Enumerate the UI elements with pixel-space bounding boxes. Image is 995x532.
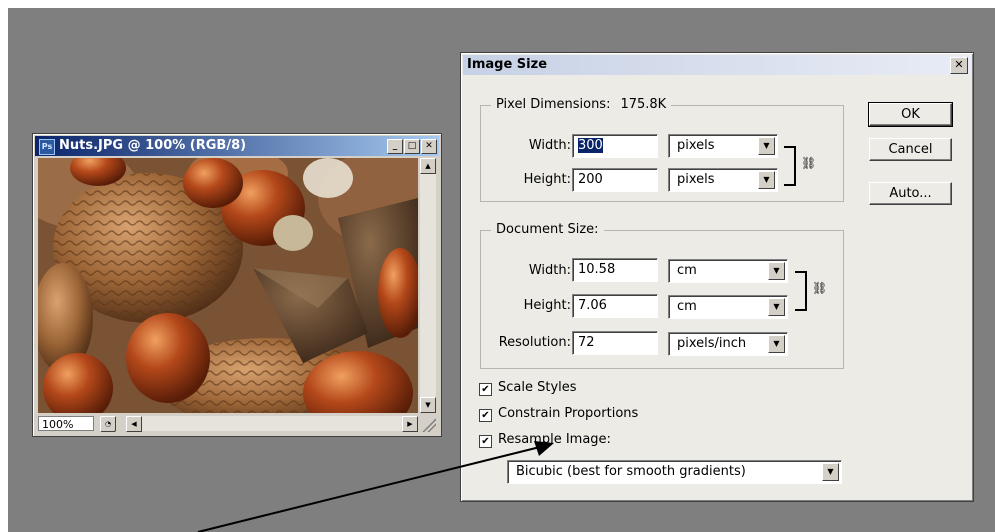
- document-window[interactable]: Ps Nuts.JPG @ 100% (RGB/8) _ □ ✕ ▲ ▼ 100…: [32, 133, 442, 437]
- checkmark-icon[interactable]: ✔: [479, 409, 492, 422]
- document-size-legend: Document Size:: [491, 222, 604, 238]
- resize-grip-icon[interactable]: [422, 418, 436, 432]
- document-size-group: Document Size: Width: 10.58 cm ▼ Height:…: [480, 222, 844, 369]
- document-width-label: Width:: [528, 263, 571, 278]
- screenshot-canvas: Ps Nuts.JPG @ 100% (RGB/8) _ □ ✕ ▲ ▼ 100…: [0, 0, 995, 532]
- resolution-input[interactable]: 72: [572, 331, 658, 355]
- pixel-dimensions-size: 175.8K: [620, 97, 667, 112]
- checkmark-icon[interactable]: ✔: [479, 383, 492, 396]
- scroll-left-icon[interactable]: ◀: [126, 416, 142, 432]
- document-height-unit-select[interactable]: cm ▼: [668, 295, 788, 319]
- scroll-up-icon[interactable]: ▲: [420, 158, 436, 174]
- dialog-close-icon[interactable]: ✕: [950, 57, 968, 74]
- dialog-titlebar[interactable]: Image Size ✕: [463, 55, 971, 75]
- constrain-proportions-checkbox[interactable]: ✔ Constrain Proportions: [479, 406, 638, 422]
- document-width-input[interactable]: 10.58: [572, 258, 658, 282]
- minimize-icon[interactable]: _: [387, 139, 403, 154]
- vertical-scrollbar[interactable]: ▲ ▼: [420, 158, 436, 413]
- link-chain-icon: ⛓: [801, 156, 817, 170]
- resample-method-select[interactable]: Bicubic (best for smooth gradients) ▼: [507, 460, 842, 484]
- pixel-width-label: Width:: [528, 138, 571, 153]
- zoom-options-icon[interactable]: ◔: [100, 416, 116, 432]
- auto-button[interactable]: Auto...: [869, 182, 952, 205]
- close-icon[interactable]: ✕: [421, 139, 437, 154]
- zoom-level-field[interactable]: 100%: [38, 416, 94, 431]
- image-size-dialog: Image Size ✕ Pixel Dimensions: 175.8K Wid…: [460, 52, 974, 502]
- dialog-title: Image Size: [467, 57, 548, 72]
- chevron-down-icon[interactable]: ▼: [768, 335, 785, 353]
- pixel-link-bracket: [784, 146, 796, 186]
- document-title: Nuts.JPG @ 100% (RGB/8): [59, 138, 247, 153]
- resample-image-checkbox[interactable]: ✔ Resample Image:: [479, 432, 611, 448]
- link-chain-icon: ⛓: [812, 281, 828, 295]
- document-link-bracket: [795, 271, 807, 311]
- checkmark-icon[interactable]: ✔: [479, 435, 492, 448]
- chevron-down-icon[interactable]: ▼: [768, 262, 785, 280]
- pixel-height-label: Height:: [523, 172, 571, 187]
- document-status-bar: 100% ◔ ◀ ▶: [38, 415, 436, 432]
- photoshop-document-icon: Ps: [39, 139, 55, 155]
- pixel-width-input[interactable]: 300: [572, 134, 658, 158]
- chevron-down-icon[interactable]: ▼: [768, 298, 785, 316]
- document-height-input[interactable]: 7.06: [572, 294, 658, 318]
- scale-styles-checkbox[interactable]: ✔ Scale Styles: [479, 380, 577, 396]
- resolution-unit-select[interactable]: pixels/inch ▼: [668, 332, 788, 356]
- ok-button[interactable]: OK: [868, 102, 953, 127]
- document-height-label: Height:: [523, 298, 571, 313]
- pixel-height-input[interactable]: 200: [572, 168, 658, 192]
- scroll-right-icon[interactable]: ▶: [402, 416, 418, 432]
- maximize-icon[interactable]: □: [404, 139, 420, 154]
- document-titlebar[interactable]: Ps Nuts.JPG @ 100% (RGB/8) _ □ ✕: [35, 136, 439, 156]
- chevron-down-icon[interactable]: ▼: [822, 463, 839, 481]
- image-canvas[interactable]: [38, 158, 418, 413]
- scroll-down-icon[interactable]: ▼: [420, 397, 436, 413]
- nuts-photo: [38, 158, 418, 413]
- pixel-height-unit-select[interactable]: pixels ▼: [668, 168, 778, 192]
- document-width-unit-select[interactable]: cm ▼: [668, 259, 788, 283]
- pixel-width-unit-select[interactable]: pixels ▼: [668, 134, 778, 158]
- chevron-down-icon[interactable]: ▼: [758, 137, 775, 155]
- resolution-label: Resolution:: [498, 335, 571, 350]
- horizontal-scrollbar[interactable]: ◀ ▶: [126, 416, 418, 432]
- pixel-dimensions-legend: Pixel Dimensions: 175.8K: [491, 97, 672, 113]
- pixel-dimensions-group: Pixel Dimensions: 175.8K Width: 300 pixel…: [480, 97, 844, 202]
- chevron-down-icon[interactable]: ▼: [758, 171, 775, 189]
- cancel-button[interactable]: Cancel: [869, 138, 952, 161]
